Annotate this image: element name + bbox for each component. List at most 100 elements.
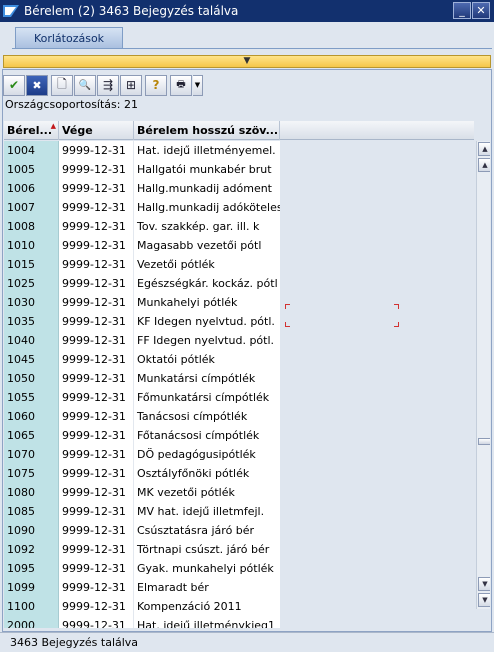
long-text-cell[interactable]: MK vezetői pótlék (134, 483, 280, 502)
end-date-cell[interactable]: 9999-12-31 (59, 445, 134, 464)
table-row[interactable]: 1010 9999-12-31 Magasabb vezetői pótl (4, 236, 474, 255)
continue-button[interactable]: ✔ (3, 74, 25, 96)
table-row[interactable]: 1075 9999-12-31 Osztályfőnöki pótlék (4, 464, 474, 483)
long-text-cell[interactable]: Hat. idejű illetménykieg1 (134, 616, 280, 628)
end-date-cell[interactable]: 9999-12-31 (59, 141, 134, 160)
help-button[interactable]: ? (145, 74, 167, 96)
long-text-cell[interactable]: Főtanácsosi címpótlék (134, 426, 280, 445)
long-text-cell[interactable]: Elmaradt bér (134, 578, 280, 597)
wage-type-cell[interactable]: 1005 (4, 160, 59, 179)
table-row[interactable]: 1005 9999-12-31 Hallgatói munkabér brut (4, 160, 474, 179)
filter-button[interactable]: ⊞ (120, 74, 142, 96)
wage-type-cell[interactable]: 1035 (4, 312, 59, 331)
long-text-cell[interactable]: Hallg.munkadĳ adóment (134, 179, 280, 198)
end-date-cell[interactable]: 9999-12-31 (59, 160, 134, 179)
tab-restrictions[interactable]: Korlátozások (15, 27, 123, 48)
scroll-up-button[interactable]: ▲ (478, 142, 490, 156)
table-row[interactable]: 1070 9999-12-31 DÖ pedagógusipótlék (4, 445, 474, 464)
column-header-end-date[interactable]: Vége (59, 121, 134, 140)
end-date-cell[interactable]: 9999-12-31 (59, 236, 134, 255)
table-row[interactable]: 1040 9999-12-31 FF Idegen nyelvtud. pótl. (4, 331, 474, 350)
end-date-cell[interactable]: 9999-12-31 (59, 198, 134, 217)
table-row[interactable]: 1007 9999-12-31 Hallg.munkadĳ adóköteles (4, 198, 474, 217)
table-row[interactable]: 1008 9999-12-31 Tov. szakkép. gar. ill. k (4, 217, 474, 236)
end-date-cell[interactable]: 9999-12-31 (59, 616, 134, 628)
table-row[interactable]: 1060 9999-12-31 Tanácsosi címpótlék (4, 407, 474, 426)
scrollbar-thumb[interactable] (478, 438, 490, 445)
table-row[interactable]: 1004 9999-12-31 Hat. idejű illetményemel. (4, 141, 474, 160)
end-date-cell[interactable]: 9999-12-31 (59, 407, 134, 426)
long-text-cell[interactable]: DÖ pedagógusipótlék (134, 445, 280, 464)
long-text-cell[interactable]: Tov. szakkép. gar. ill. k (134, 217, 280, 236)
end-date-cell[interactable]: 9999-12-31 (59, 559, 134, 578)
table-row[interactable]: 1090 9999-12-31 Csúsztatásra járó bér (4, 521, 474, 540)
wage-type-cell[interactable]: 1040 (4, 331, 59, 350)
long-text-cell[interactable]: Oktatói pótlék (134, 350, 280, 369)
page-up-button[interactable]: ▲ (478, 158, 490, 172)
wage-type-cell[interactable]: 1030 (4, 293, 59, 312)
wage-type-cell[interactable]: 1015 (4, 255, 59, 274)
minimize-button[interactable]: _ (453, 2, 471, 19)
end-date-cell[interactable]: 9999-12-31 (59, 578, 134, 597)
wage-type-cell[interactable]: 1080 (4, 483, 59, 502)
wage-type-cell[interactable]: 1085 (4, 502, 59, 521)
long-text-cell[interactable]: Vezetői pótlék (134, 255, 280, 274)
end-date-cell[interactable]: 9999-12-31 (59, 540, 134, 559)
table-row[interactable]: 1055 9999-12-31 Főmunkatársi címpótlék (4, 388, 474, 407)
wage-type-cell[interactable]: 1008 (4, 217, 59, 236)
find-next-button[interactable]: ⇶ (97, 74, 119, 96)
end-date-cell[interactable]: 9999-12-31 (59, 179, 134, 198)
find-button[interactable]: 🔍 (74, 74, 96, 96)
long-text-cell[interactable]: Főmunkatársi címpótlék (134, 388, 280, 407)
long-text-cell[interactable]: KF Idegen nyelvtud. pótl. (134, 312, 280, 331)
wage-type-cell[interactable]: 1006 (4, 179, 59, 198)
table-row[interactable]: 2000 9999-12-31 Hat. idejű illetménykieg1 (4, 616, 474, 628)
wage-type-cell[interactable]: 1055 (4, 388, 59, 407)
long-text-cell[interactable]: Munkatársi címpótlék (134, 369, 280, 388)
long-text-cell[interactable]: Hallg.munkadĳ adóköteles (134, 198, 280, 217)
table-row[interactable]: 1099 9999-12-31 Elmaradt bér (4, 578, 474, 597)
long-text-cell[interactable]: Tanácsosi címpótlék (134, 407, 280, 426)
cancel-button[interactable]: ✖ (26, 74, 48, 96)
table-row[interactable]: 1080 9999-12-31 MK vezetői pótlék (4, 483, 474, 502)
print-menu-dropdown[interactable]: ▼ (193, 74, 203, 96)
long-text-cell[interactable]: Csúsztatásra járó bér (134, 521, 280, 540)
end-date-cell[interactable]: 9999-12-31 (59, 464, 134, 483)
wage-type-cell[interactable]: 1092 (4, 540, 59, 559)
end-date-cell[interactable]: 9999-12-31 (59, 521, 134, 540)
wage-type-cell[interactable]: 1025 (4, 274, 59, 293)
table-row[interactable]: 1025 9999-12-31 Egészségkár. kockáz. pótl (4, 274, 474, 293)
wage-type-cell[interactable]: 1095 (4, 559, 59, 578)
table-row[interactable]: 1085 9999-12-31 MV hat. idejű illetmfejl. (4, 502, 474, 521)
table-row[interactable]: 1092 9999-12-31 Törtnapi csúszt. járó bér (4, 540, 474, 559)
long-text-cell[interactable]: FF Idegen nyelvtud. pótl. (134, 331, 280, 350)
end-date-cell[interactable]: 9999-12-31 (59, 502, 134, 521)
table-row[interactable]: 1015 9999-12-31 Vezetői pótlék (4, 255, 474, 274)
wage-type-cell[interactable]: 2000 (4, 616, 59, 628)
new-entry-button[interactable]: 🗋 (51, 74, 73, 96)
table-row[interactable]: 1100 9999-12-31 Kompenzáció 2011 (4, 597, 474, 616)
restrictions-collapse-bar[interactable]: ▼ (3, 55, 491, 68)
column-header-wage-type[interactable]: Bérel... ▲ (4, 121, 59, 140)
end-date-cell[interactable]: 9999-12-31 (59, 483, 134, 502)
table-row[interactable]: 1006 9999-12-31 Hallg.munkadĳ adóment (4, 179, 474, 198)
long-text-cell[interactable]: Osztályfőnöki pótlék (134, 464, 280, 483)
wage-type-cell[interactable]: 1010 (4, 236, 59, 255)
wage-type-cell[interactable]: 1099 (4, 578, 59, 597)
scroll-down-button[interactable]: ▼ (478, 593, 490, 607)
end-date-cell[interactable]: 9999-12-31 (59, 331, 134, 350)
page-down-button[interactable]: ▼ (478, 577, 490, 591)
end-date-cell[interactable]: 9999-12-31 (59, 369, 134, 388)
table-row[interactable]: 1050 9999-12-31 Munkatársi címpótlék (4, 369, 474, 388)
long-text-cell[interactable]: Törtnapi csúszt. járó bér (134, 540, 280, 559)
end-date-cell[interactable]: 9999-12-31 (59, 274, 134, 293)
end-date-cell[interactable]: 9999-12-31 (59, 312, 134, 331)
end-date-cell[interactable]: 9999-12-31 (59, 388, 134, 407)
wage-type-cell[interactable]: 1070 (4, 445, 59, 464)
end-date-cell[interactable]: 9999-12-31 (59, 255, 134, 274)
long-text-cell[interactable]: Magasabb vezetői pótl (134, 236, 280, 255)
wage-type-cell[interactable]: 1004 (4, 141, 59, 160)
long-text-cell[interactable]: Hallgatói munkabér brut (134, 160, 280, 179)
long-text-cell[interactable]: Hat. idejű illetményemel. (134, 141, 280, 160)
long-text-cell[interactable]: Munkahelyi pótlék (134, 293, 280, 312)
